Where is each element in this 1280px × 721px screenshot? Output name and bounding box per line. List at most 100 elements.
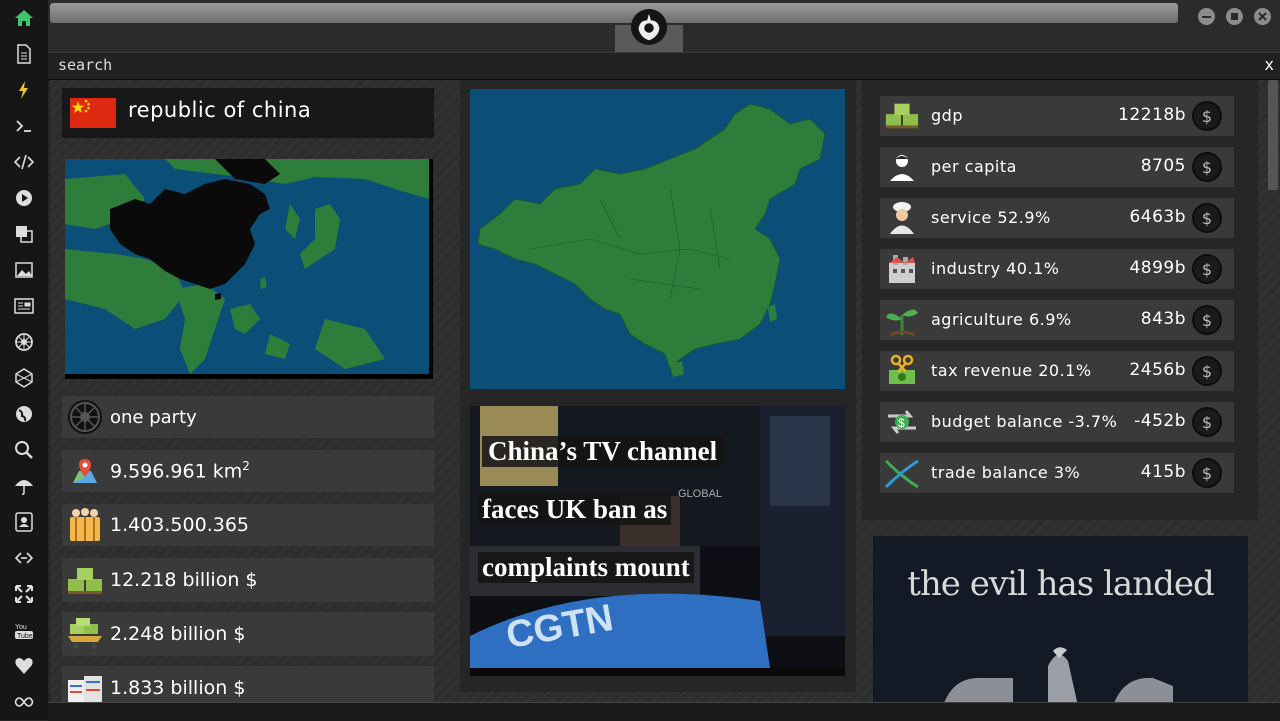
infinity-icon[interactable] [12,690,36,714]
econ-row-agriculture[interactable]: agriculture 6.9% 843b $ [880,300,1234,340]
dollar-coin-icon[interactable]: $ [1192,101,1222,131]
sidebar: You Tube [0,0,48,720]
news-headline-line-3: complaints mount [478,552,694,583]
econ-label: service 52.9% [931,208,1051,227]
econ-row-gdp[interactable]: gdp 12218b $ [880,96,1234,136]
population-row: 1.403.500.365 [62,504,434,546]
econ-label: budget balance -3.7% [931,412,1118,431]
econ-label: gdp [931,106,963,125]
dollar-coin-icon[interactable]: $ [1192,152,1222,182]
play-icon[interactable] [12,186,36,210]
empire-icon[interactable] [12,330,36,354]
trade-icon [884,455,920,491]
stat-3-value: 1.833 billion $ [110,677,246,699]
money-stack-icon [66,561,104,599]
news-card[interactable]: CGTN GLOBAL China’s TV channel faces UK … [470,406,845,676]
area-value: 9.596.961 km2 [110,459,250,483]
dollar-coin-icon[interactable]: $ [1192,203,1222,233]
country-map[interactable] [470,89,845,389]
close-window-button[interactable] [1254,8,1271,25]
econ-label: tax revenue 20.1% [931,361,1092,380]
newspaper-icon[interactable] [12,294,36,318]
econ-value: 12218b [1118,105,1186,125]
econ-row-industry[interactable]: industry 40.1% 4899b $ [880,249,1234,289]
image-icon[interactable] [12,258,36,282]
econ-label: industry 40.1% [931,259,1060,278]
economy-column: gdp 12218b $ per capita 8705 $ service 5… [862,80,1258,520]
document-icon[interactable] [12,42,36,66]
econ-value: 6463b [1129,207,1186,227]
status-bar [48,702,1280,721]
terminal-icon[interactable] [12,114,36,138]
empire-emblem-icon [66,398,104,436]
link-icon[interactable] [12,546,36,570]
center-column: CGTN GLOBAL China’s TV channel faces UK … [460,80,856,692]
econ-row-service[interactable]: service 52.9% 6463b $ [880,198,1234,238]
youtube-icon[interactable]: You Tube [12,618,36,642]
map-pin-icon [66,452,104,490]
area-row: 9.596.961 km2 [62,450,434,492]
maximize-button[interactable] [1226,8,1243,25]
dollar-coin-icon[interactable]: $ [1192,254,1222,284]
search-label[interactable]: search [58,56,112,74]
dollar-coin-icon[interactable]: $ [1192,356,1222,386]
econ-value: 4899b [1129,258,1186,278]
country-header: republic of china [62,88,434,138]
econ-value: 843b [1140,309,1186,329]
expand-icon[interactable] [12,582,36,606]
promo-artwork [943,647,1173,706]
factory-icon [884,251,920,287]
stat-2-value: 2.248 billion $ [110,623,246,645]
svg-text:You: You [15,624,27,631]
translate-icon[interactable] [12,222,36,246]
exchange-icon: $ [884,404,920,440]
econ-value: 8705 [1140,156,1186,176]
econ-value: -452b [1134,411,1186,431]
china-flag-icon [70,98,116,128]
lightning-icon[interactable] [12,78,36,102]
main-content: republic of china one party 9.596.961 km… [50,80,1280,710]
gdp-total-row: 12.218 billion $ [62,558,434,602]
rebel-logo-icon [630,8,668,46]
news-tag: GLOBAL [678,488,723,500]
globe-icon[interactable] [12,402,36,426]
econ-label: agriculture 6.9% [931,310,1072,329]
econ-row-tax-revenue[interactable]: tax revenue 20.1% 2456b $ [880,351,1234,391]
news-headline-line-2: faces UK ban as [478,494,672,525]
stat-2-row: 2.248 billion $ [62,612,434,656]
scrollbar[interactable] [1268,80,1278,190]
search-icon[interactable] [12,438,36,462]
svg-text:Tube: Tube [17,633,33,640]
umbrella-icon[interactable] [12,474,36,498]
dollar-coin-icon[interactable]: $ [1192,305,1222,335]
econ-label: trade balance 3% [931,463,1081,482]
promo-banner[interactable]: the evil has landed [873,536,1248,706]
address-bar[interactable] [50,3,1178,23]
person-icon [884,149,920,185]
money-cart-icon [66,615,104,653]
dollar-coin-icon[interactable]: $ [1192,407,1222,437]
minimize-button[interactable] [1198,8,1215,25]
close-search-button[interactable]: x [1264,55,1274,74]
econ-value: 415b [1140,462,1186,482]
home-icon[interactable] [12,6,36,30]
svg-text:$: $ [898,416,905,430]
econ-row-per-capita[interactable]: per capita 8705 $ [880,147,1234,187]
search-bar[interactable]: search x [48,52,1280,81]
cut-money-icon [884,353,920,389]
dollar-coin-icon[interactable]: $ [1192,458,1222,488]
heart-icon[interactable] [12,654,36,678]
hexagon-icon[interactable] [12,366,36,390]
people-icon [66,506,104,544]
country-name: republic of china [128,98,312,122]
government-type: one party [110,406,197,428]
code-icon[interactable] [12,150,36,174]
chef-icon [884,200,920,236]
contact-icon[interactable] [12,510,36,534]
regional-map[interactable] [65,159,433,379]
econ-row-budget-balance[interactable]: $ budget balance -3.7% -452b $ [880,402,1234,442]
government-row: one party [62,396,434,438]
title-bar [48,0,1280,52]
econ-row-trade-balance[interactable]: trade balance 3% 415b $ [880,453,1234,493]
gdp-total-value: 12.218 billion $ [110,569,258,591]
